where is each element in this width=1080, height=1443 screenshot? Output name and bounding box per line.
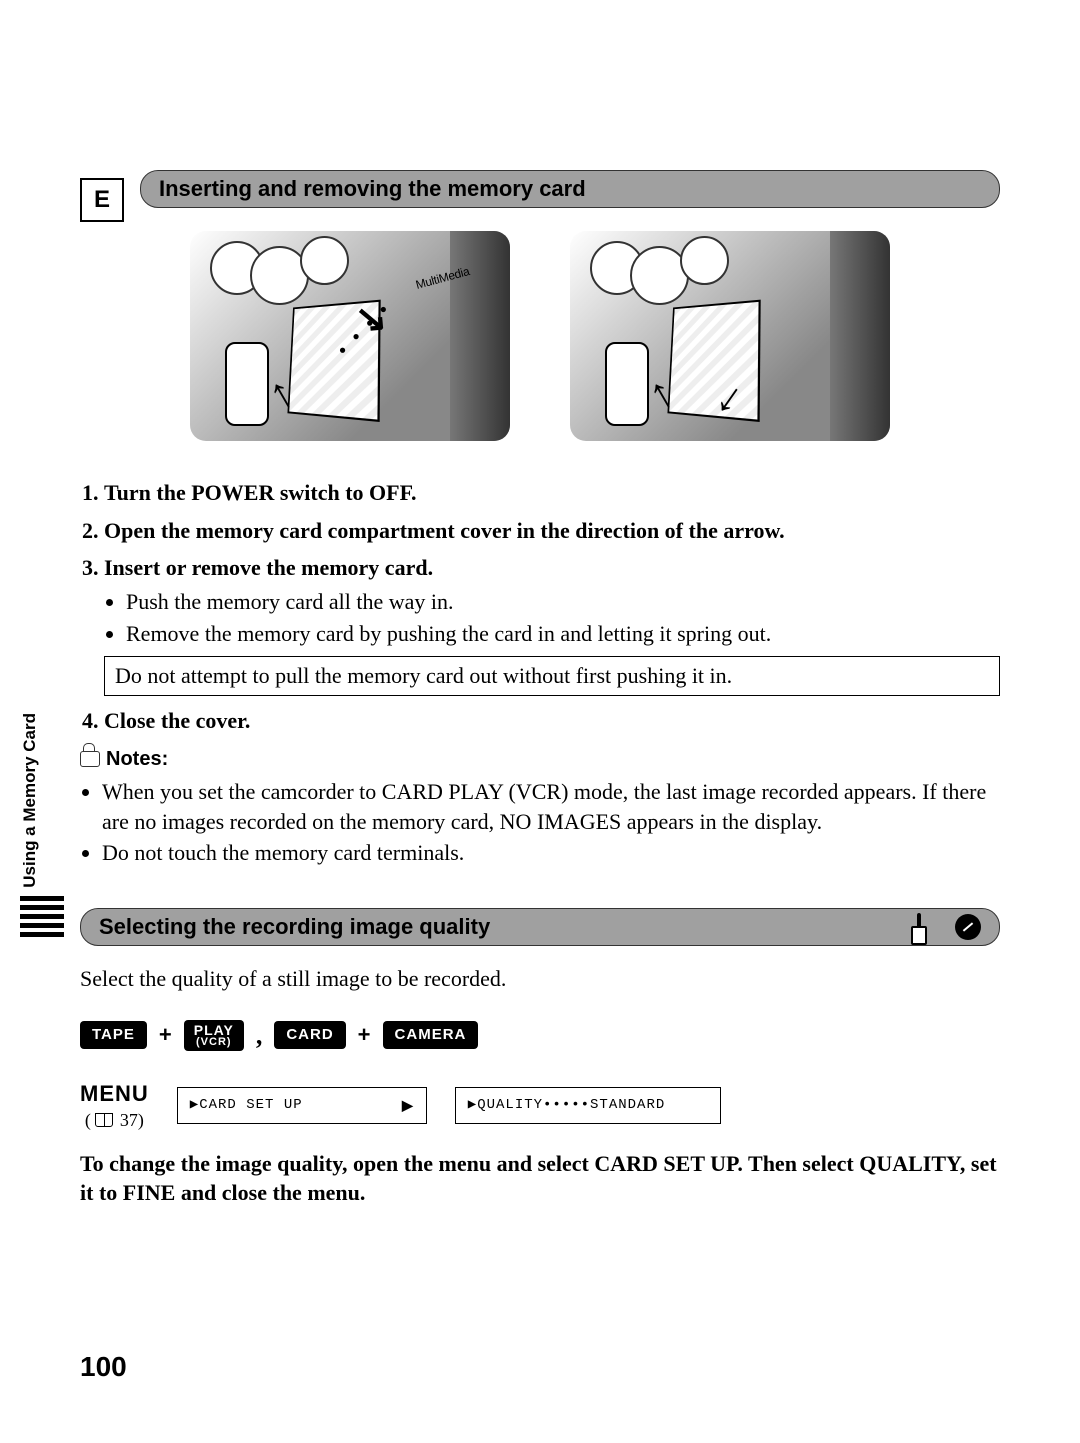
step-2: Open the memory card compartment cover i…: [104, 518, 785, 543]
menu-box-quality: ▶QUALITY•••••STANDARD: [455, 1087, 721, 1124]
note-1: When you set the camcorder to CARD PLAY …: [102, 777, 1000, 836]
tape-mode-label: TAPE: [80, 1021, 147, 1049]
intro-line: Select the quality of a still image to b…: [80, 964, 1000, 994]
language-box: E: [80, 178, 124, 222]
menu-button-block: MENU ( 37): [80, 1079, 149, 1133]
mode-row: TAPE + PLAY (VCR) , CARD + CAMERA: [80, 1018, 1000, 1053]
card-mode-label: CARD: [274, 1021, 345, 1049]
plus-icon: +: [159, 1020, 172, 1050]
cover-arrow-icon: ↘: [353, 295, 389, 343]
book-icon: [95, 1113, 113, 1127]
step-4: Close the cover.: [104, 708, 250, 733]
step-3-bullet-2: Remove the memory card by pushing the ca…: [126, 619, 1000, 649]
play-vcr-mode-label: PLAY (VCR): [184, 1020, 244, 1051]
sidebar-chapter-label: Using a Memory Card: [20, 713, 40, 973]
step-1: Turn the POWER switch to OFF.: [104, 480, 417, 505]
illustration-remove: ↑ ↓: [570, 231, 890, 441]
menu-word: MENU: [80, 1079, 149, 1109]
memory-card-illustration: MultiMedia • • • • ↑ ↘ ↑ ↓: [190, 226, 890, 446]
pen-icon: [955, 914, 981, 940]
section-title-text: Selecting the recording image quality: [99, 914, 490, 940]
menu-box-card-set-up: ▶CARD SET UP ▶: [177, 1087, 427, 1124]
chevron-right-icon: ▶: [402, 1096, 414, 1115]
step-3: Insert or remove the memory card.: [104, 555, 433, 580]
section-title-image-quality: Selecting the recording image quality: [80, 908, 1000, 946]
plus-icon-2: +: [358, 1020, 371, 1050]
note-2: Do not touch the memory card terminals.: [102, 838, 1000, 868]
notes-lock-icon: [80, 751, 100, 767]
separator-comma: ,: [256, 1018, 263, 1053]
menu-page-ref: 37: [120, 1110, 138, 1130]
step-3-warning-box: Do not attempt to pull the memory card o…: [104, 656, 1000, 696]
steps-content: Turn the POWER switch to OFF. Open the m…: [80, 478, 1000, 868]
illustration-insert: MultiMedia • • • • ↑ ↘: [190, 231, 510, 441]
step-3-bullet-1: Push the memory card all the way in.: [126, 587, 1000, 617]
camera-mode-label: CAMERA: [383, 1021, 479, 1049]
dual-page-icon: [917, 915, 945, 939]
menu-flow-row: MENU ( 37) ▶CARD SET UP ▶ ▶QUALITY•••••S…: [80, 1079, 1000, 1133]
notes-heading: Notes:: [80, 746, 1000, 773]
page-number: 100: [80, 1351, 127, 1383]
section-title-insert-remove: Inserting and removing the memory card: [140, 170, 1000, 208]
final-instruction: To change the image quality, open the me…: [80, 1149, 1000, 1208]
